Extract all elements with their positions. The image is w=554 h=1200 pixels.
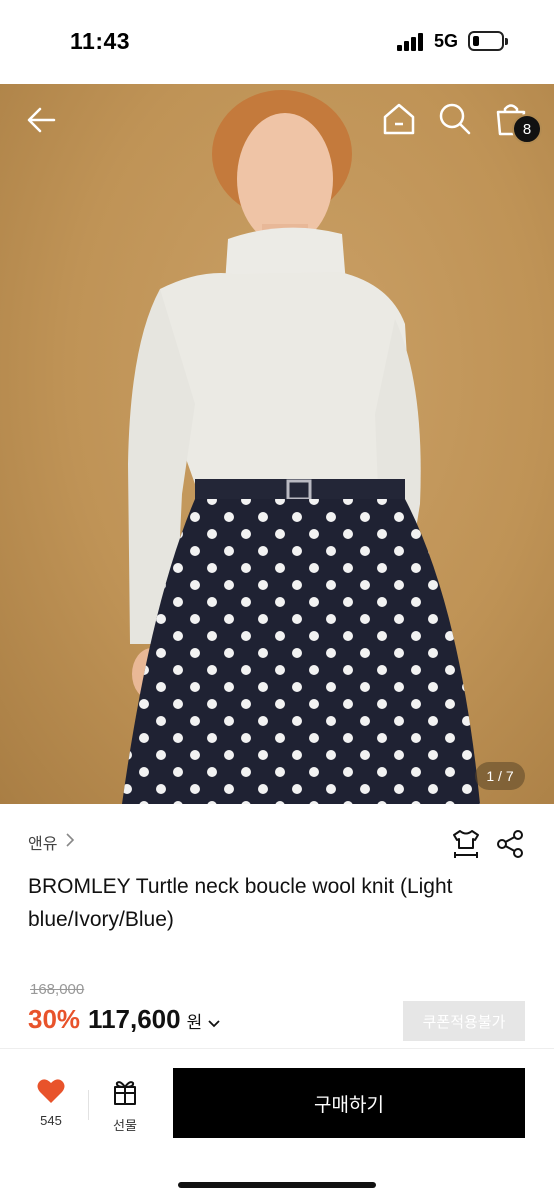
back-button[interactable] [22, 100, 62, 140]
share-button[interactable] [494, 828, 526, 860]
like-button[interactable]: 545 [28, 1078, 74, 1128]
chevron-down-icon [208, 1015, 220, 1031]
image-pager: 1 / 7 [475, 762, 525, 790]
sale-price: 117,600 [88, 1004, 181, 1034]
currency-label: 원 [186, 1013, 203, 1032]
product-photo [122, 90, 480, 804]
chevron-right-icon [65, 832, 75, 852]
brand-link[interactable]: 앤유 [28, 830, 75, 854]
discount-rate: 30% [28, 1004, 81, 1034]
home-icon [383, 103, 415, 135]
back-arrow-icon [27, 107, 56, 133]
size-guide-icon [453, 830, 479, 858]
home-button[interactable] [380, 100, 418, 138]
gift-icon [114, 1081, 136, 1105]
divider [0, 1048, 554, 1049]
like-count: 545 [40, 1113, 62, 1128]
product-title: BROMLEY Turtle neck boucle wool knit (Li… [28, 875, 453, 931]
cart-count-badge: 8 [512, 114, 542, 144]
gift-label: 선물 [113, 1118, 137, 1133]
gift-button[interactable]: 선물 [102, 1078, 148, 1134]
brand-name: 앤유 [28, 836, 58, 853]
status-time: 11:43 [70, 28, 131, 54]
price-row[interactable]: 30% 117,600 원 [28, 1004, 220, 1035]
signal-icon [397, 33, 425, 51]
share-icon [497, 830, 523, 858]
original-price: 168,000 [30, 981, 85, 998]
heart-icon [37, 1079, 65, 1103]
separator [88, 1090, 89, 1120]
status-bar: 11:43 5G [0, 0, 554, 84]
battery-icon [468, 31, 508, 51]
search-icon [439, 103, 471, 135]
buy-button[interactable]: 구매하기 [173, 1068, 525, 1138]
network-label: 5G [434, 31, 459, 51]
search-button[interactable] [436, 100, 474, 138]
size-guide-button[interactable] [450, 828, 482, 860]
home-indicator [178, 1182, 376, 1188]
product-image-carousel[interactable]: 8 1 / 7 [0, 84, 554, 804]
coupon-button[interactable]: 쿠폰적용불가 [403, 1001, 525, 1041]
